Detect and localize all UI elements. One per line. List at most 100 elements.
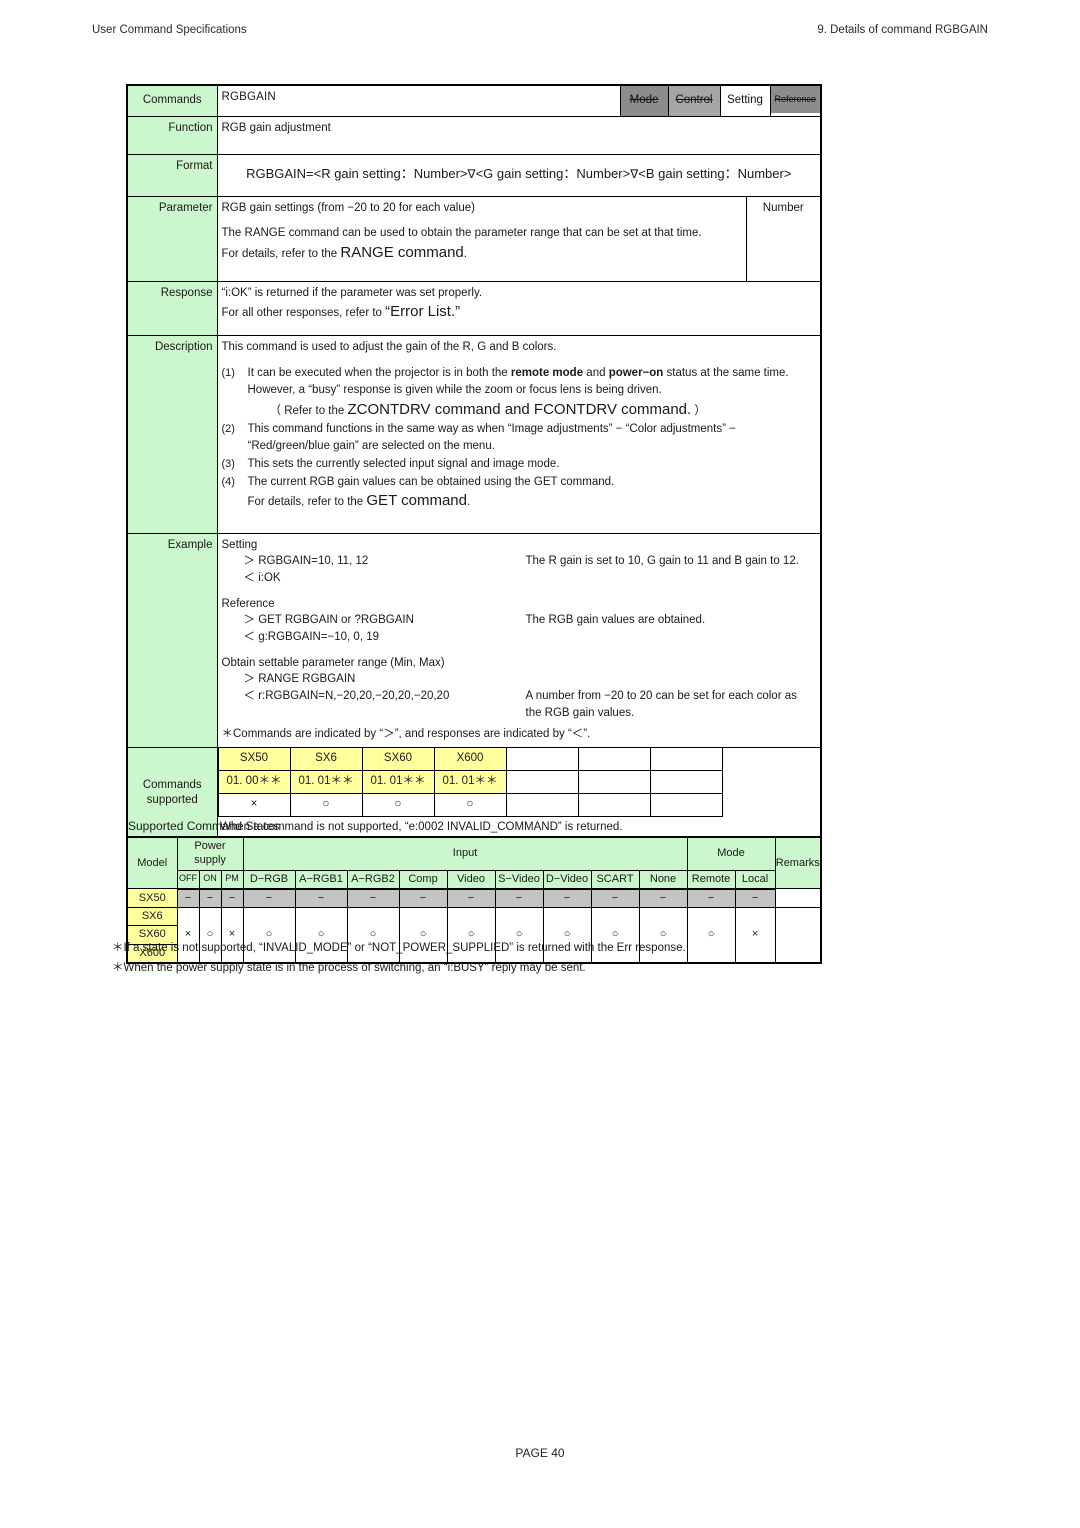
states-header-input-none: None [638, 869, 688, 890]
response-line-2-pre: For all other responses, refer to [221, 307, 386, 320]
desc1-b: and [583, 367, 609, 380]
parameter-line-3-pre: For details, refer to the [221, 247, 341, 260]
states-header-input-s-video: S−Video [494, 869, 544, 890]
error-list-ref: “Error List.” [385, 303, 461, 321]
description-item-4-line-2: For details, refer to the GET command. [248, 490, 817, 512]
desc1-bold-power-on: power−on [608, 367, 664, 380]
states-sx6-remarks [774, 907, 822, 964]
description-item-1-line-1: It can be executed when the projector is… [248, 365, 817, 382]
example-reference-row-1: ＞ GET RGBGAIN or ?RGBGAIN The RGB gain v… [222, 612, 817, 629]
row-label-parameter: Parameter [126, 195, 218, 282]
row-label-format: Format [126, 153, 218, 197]
example-range-row-1: ＞ RANGE RGBGAIN [222, 671, 817, 688]
states-sx50-local: − [734, 888, 776, 909]
command-header-row: Commands RGBGAIN Mode Control Setting Re… [126, 84, 822, 117]
example-range-cmd-1: ＞ RANGE RGBGAIN [243, 673, 356, 686]
description-item-4-line-1: The current RGB gain values can be obtai… [247, 475, 615, 488]
supported-version-1: 01. 01＊＊ [289, 769, 363, 794]
row-label-example: Example [126, 532, 218, 748]
zcontdrv-fcontdrv-ref: ZCONTDRV command and FCONTDRV command. [347, 400, 692, 418]
row-label-response: Response [126, 280, 218, 336]
states-header-power-pm: PM [220, 869, 244, 890]
states-sx50-s-video: − [494, 888, 544, 909]
get-command-ref: GET command [366, 492, 467, 510]
states-sx50-remarks [774, 888, 822, 909]
supported-model-4 [505, 747, 579, 771]
description-list: (1) It can be executed when the projecto… [222, 365, 817, 512]
description-item-3-number: (3) [221, 457, 235, 470]
states-header-input-scart: SCART [590, 869, 640, 890]
example-setting-row-2: ＜ i:OK [222, 570, 817, 587]
example-note: ＊Commands are indicated by “＞”, and resp… [221, 728, 591, 741]
example-setting-cmd-2: ＜ i:OK [243, 571, 281, 584]
format-separator-1-icon: ∇ [467, 167, 476, 182]
supported-mark-4 [505, 792, 579, 817]
format-suffix: <B gain setting：Number> [638, 166, 792, 182]
states-header-input-d-video: D−Video [542, 869, 592, 890]
command-title-cell: RGBGAIN Mode Control Setting Reference [216, 84, 822, 117]
row-label-commands: Commands [126, 84, 218, 117]
supported-mark-5 [577, 792, 651, 817]
states-header-input-a-rgb2: A−RGB2 [346, 869, 400, 890]
description-item-2-text: This command functions in the same way a… [247, 423, 736, 452]
states-header-row-2: OFF ON PM D−RGB A−RGB1 A−RGB2 Comp Video… [127, 869, 821, 890]
example-setting-cmd-1: ＞ RGBGAIN=10, 11, 12 [243, 555, 369, 568]
supported-model-3: X600 [433, 747, 507, 771]
supported-mark-6 [649, 792, 723, 817]
running-head-left: User Command Specifications [92, 24, 247, 36]
states-footnote-2: ＊When the power supply state is in the p… [112, 962, 586, 974]
example-spacer-2 [222, 646, 817, 655]
page-title: RGBGAIN [221, 91, 276, 103]
tab-reference[interactable]: Reference [769, 86, 820, 116]
tab-mode[interactable]: Mode [619, 86, 668, 116]
supported-mark-3: ○ [433, 792, 507, 817]
states-sx6-local: × [734, 907, 776, 964]
supported-version-3: 01. 01＊＊ [433, 769, 507, 794]
description-item-4-body: The current RGB gain values can be obtai… [248, 474, 817, 512]
supported-mark-1: ○ [289, 792, 363, 817]
states-table-title: Supported Command States [128, 819, 280, 833]
supported-version-2: 01. 01＊＊ [361, 769, 435, 794]
supported-version-0: 01. 00＊＊ [217, 769, 291, 794]
tab-control[interactable]: Control [667, 86, 720, 116]
example-reference-cmd-1: ＞ GET RGBGAIN or ?RGBGAIN [243, 614, 414, 627]
supported-mark-0: × [217, 792, 291, 817]
supported-models-row: SX50 SX6 SX60 X600 [217, 747, 820, 771]
parameter-line-3-post: . [463, 247, 467, 260]
states-header-model: Model [126, 836, 178, 890]
parameter-line-1: RGB gain settings (from −20 to 20 for ea… [221, 201, 475, 214]
states-sx6-remote: ○ [686, 907, 736, 964]
states-header-mode-local: Local [734, 869, 776, 890]
tab-setting[interactable]: Setting [719, 86, 770, 116]
example-setting-desc-2 [526, 570, 817, 587]
states-row-sx50-model: SX50 [126, 888, 178, 909]
desc1-ref-pre: （ Refer to the [269, 404, 348, 417]
example-row: Example Setting ＞ RGBGAIN=10, 11, 12 The… [126, 532, 822, 748]
supported-versions-row: 01. 00＊＊ 01. 01＊＊ 01. 01＊＊ 01. 01＊＊ [217, 769, 820, 794]
description-intro: This command is used to adjust the gain … [221, 340, 557, 353]
format-prefix: RGBGAIN=<R gain setting：Number> [246, 166, 468, 182]
desc1-bold-remote-mode: remote mode [510, 367, 584, 380]
row-label-commands-supported-2: supported [146, 793, 198, 806]
description-item-1-line-3: （ Refer to the ZCONTDRV command and FCON… [270, 399, 817, 421]
supported-mark-2: ○ [361, 792, 435, 817]
states-row-sx6: SX6 × ○ × ○ ○ ○ ○ ○ ○ ○ ○ ○ ○ × [126, 907, 822, 964]
description-item-1-body: It can be executed when the projector is… [248, 365, 817, 420]
example-range-label: Obtain settable parameter range (Min, Ma… [221, 656, 445, 669]
supported-marks-row: × ○ ○ ○ [217, 792, 820, 817]
format-value: RGBGAIN=<R gain setting：Number>∇<G gain … [216, 153, 822, 197]
states-header-input: Input [242, 836, 688, 871]
example-reference-desc-2 [526, 629, 817, 646]
description-item-4: (4) The current RGB gain values can be o… [222, 474, 817, 512]
page-number: PAGE 40 [515, 1446, 565, 1460]
desc4-pre: For details, refer to the [247, 496, 367, 509]
states-sx50-power-pm: − [220, 888, 244, 909]
description-item-3: (3) This sets the currently selected inp… [222, 456, 817, 473]
states-sx50-comp: − [398, 888, 448, 909]
function-value: RGB gain adjustment [216, 115, 822, 155]
states-header-input-video: Video [446, 869, 496, 890]
row-label-function: Function [126, 115, 218, 155]
commands-supported-table: SX50 SX6 SX60 X600 01. 00＊＊ 01. 01＊＊ 01.… [217, 747, 821, 839]
example-range-desc-1 [526, 671, 817, 688]
desc1-a: It can be executed when the projector is… [247, 367, 511, 380]
